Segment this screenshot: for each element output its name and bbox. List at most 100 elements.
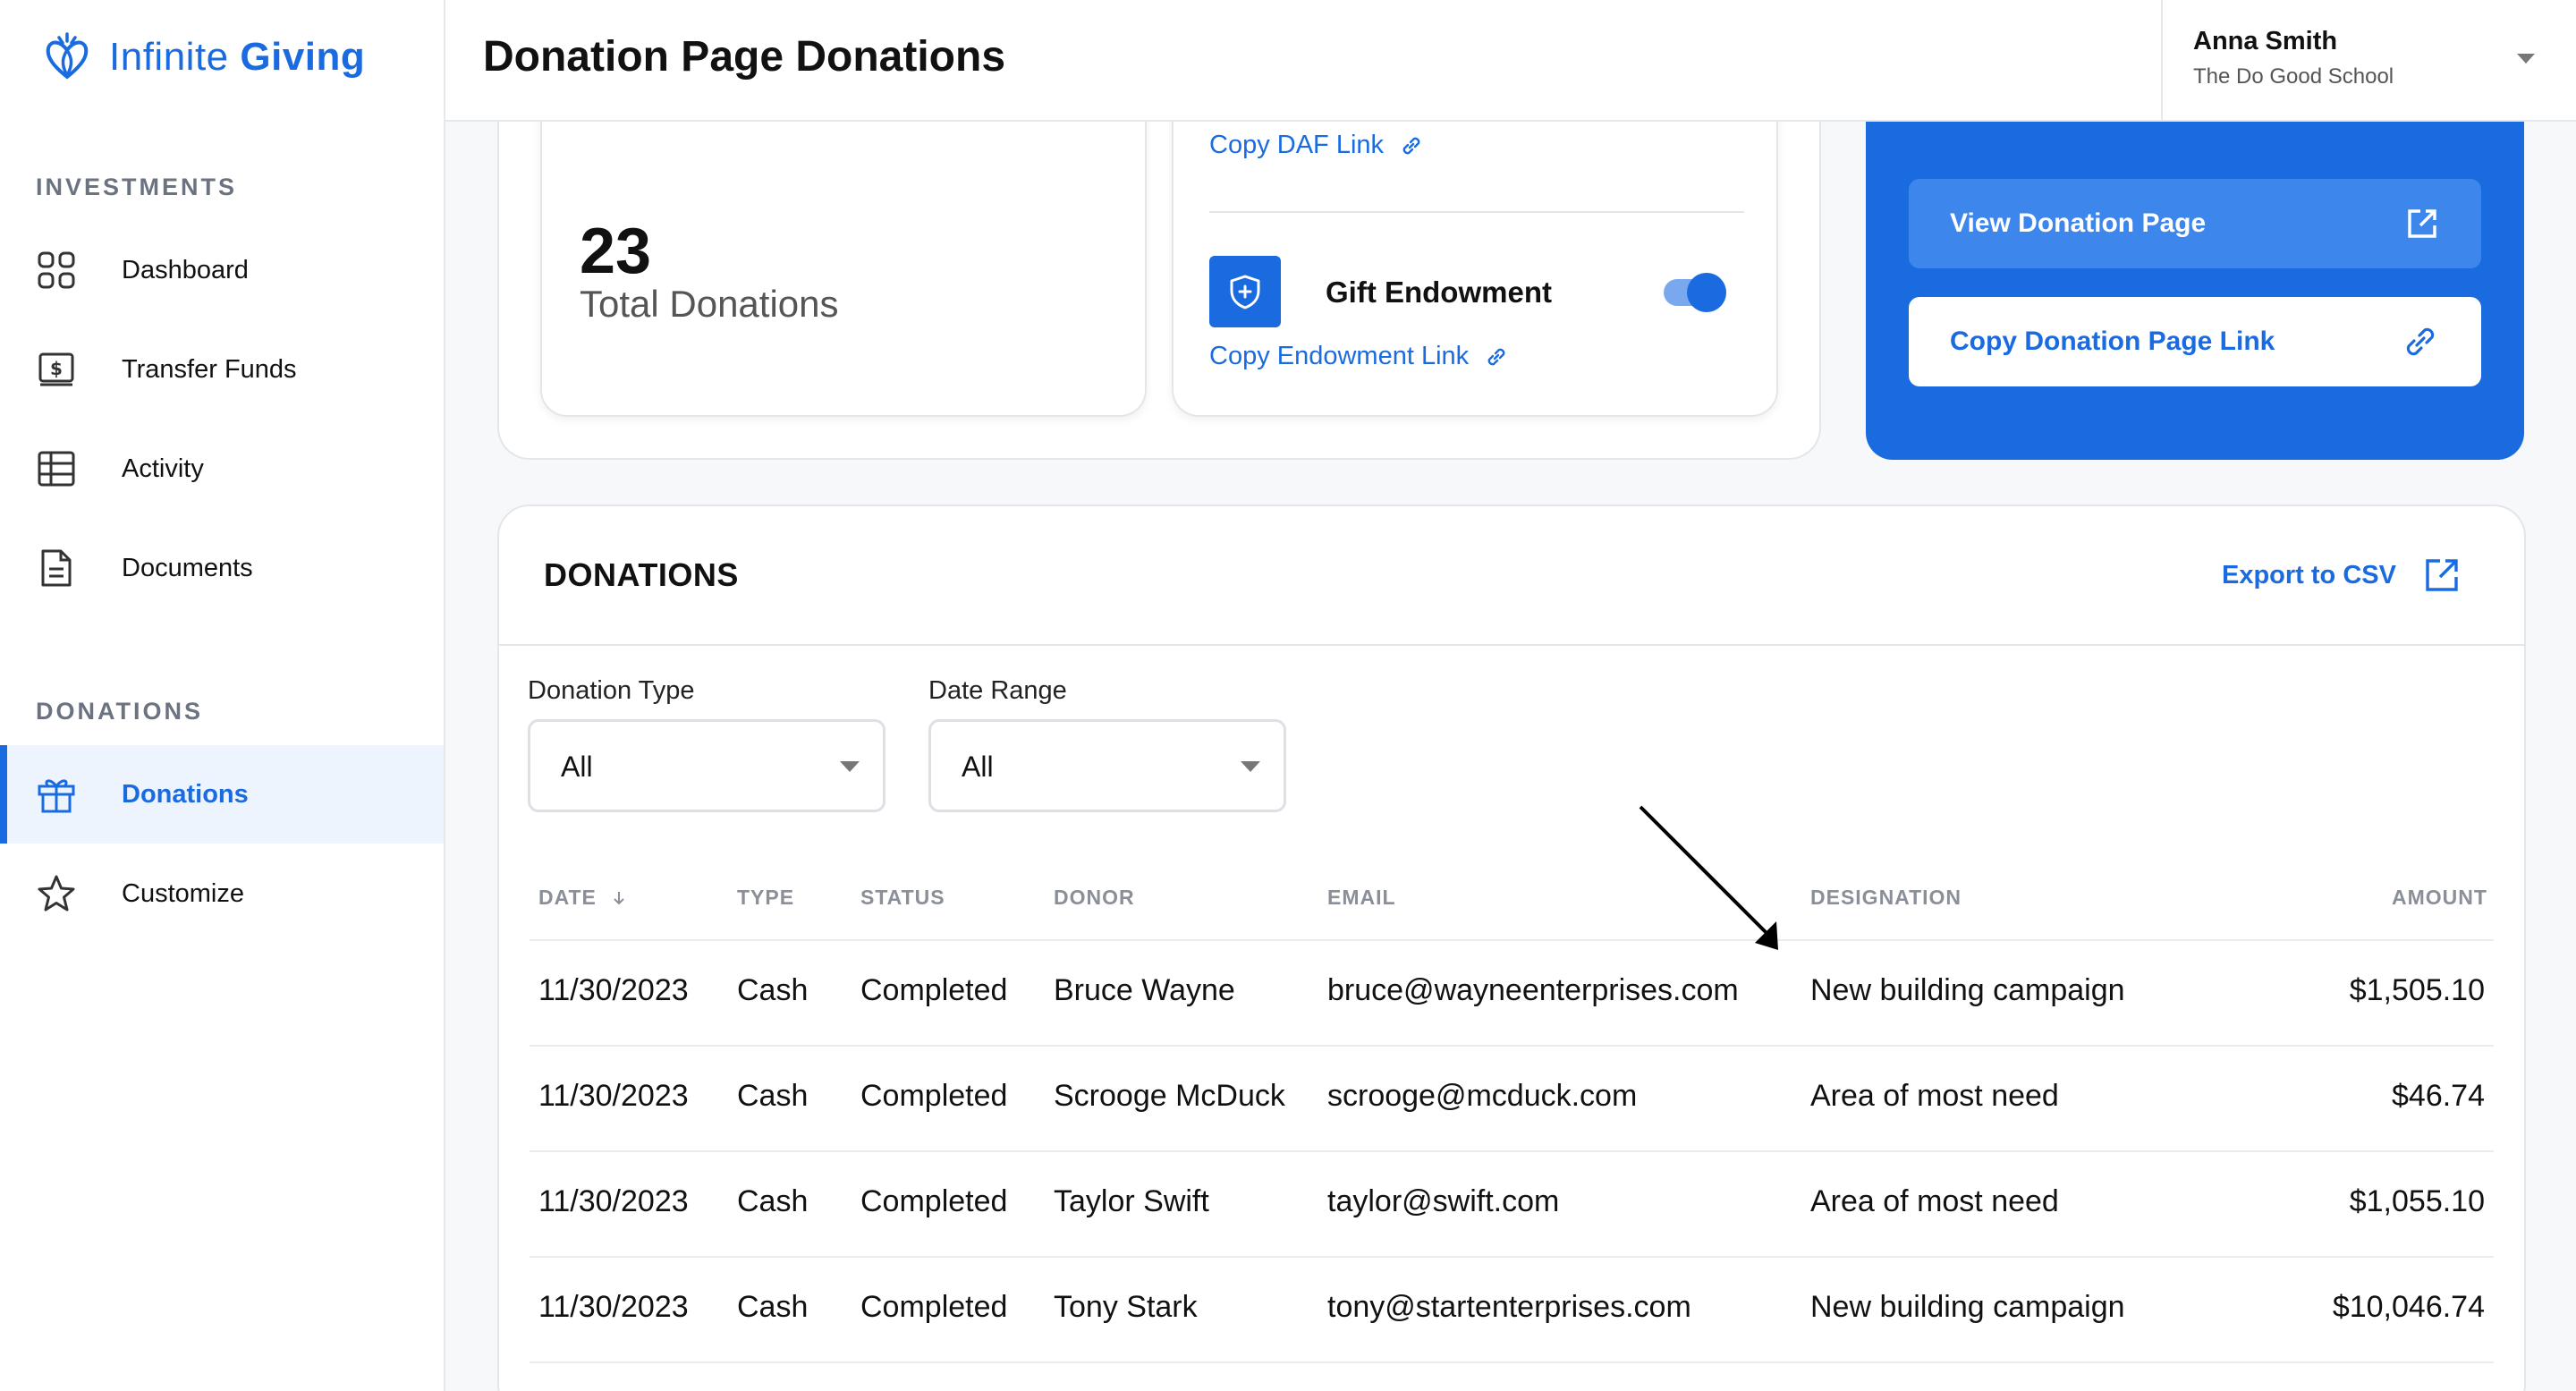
cell-date: 11/30/2023: [538, 1290, 689, 1324]
cell-date: 11/30/2023: [538, 1079, 689, 1113]
copy-donation-page-link-button[interactable]: Copy Donation Page Link: [1909, 297, 2481, 386]
toggle-knob: [1687, 273, 1726, 312]
external-link-icon: [2426, 559, 2458, 591]
sidebar-item-documents[interactable]: Documents: [0, 519, 444, 617]
user-menu[interactable]: Anna Smith The Do Good School: [2161, 0, 2576, 120]
view-donation-page-button[interactable]: View Donation Page: [1909, 179, 2481, 268]
cell-email: bruce@wayneenterprises.com: [1327, 973, 1739, 1007]
cell-designation: Area of most need: [1810, 1079, 2059, 1113]
copy-daf-link[interactable]: Copy DAF Link: [1209, 131, 1425, 160]
dashboard-icon: [36, 250, 77, 291]
sidebar-item-label: Dashboard: [122, 255, 249, 284]
column-header-email[interactable]: EMAIL: [1327, 886, 1396, 910]
dollar-bill-icon: $: [36, 349, 77, 390]
section-label-donations: DONATIONS: [36, 698, 203, 725]
column-header-designation[interactable]: DESIGNATION: [1810, 886, 1962, 910]
cell-amount: $1,055.10: [2349, 1184, 2485, 1218]
cell-date: 11/30/2023: [538, 1184, 689, 1218]
gift-endowment-toggle[interactable]: [1664, 273, 1726, 312]
cell-type: Cash: [737, 1184, 809, 1218]
date-range-select[interactable]: All: [928, 719, 1286, 812]
sidebar-item-label: Transfer Funds: [122, 354, 297, 384]
divider: [499, 644, 2524, 646]
shield-heart-icon: [1230, 275, 1260, 310]
donation-type-label: Donation Type: [528, 676, 695, 705]
cell-type: Cash: [737, 1079, 809, 1113]
copy-endowment-link[interactable]: Copy Endowment Link: [1209, 342, 1510, 371]
sidebar-item-donations[interactable]: Donations: [0, 745, 444, 844]
cell-status: Completed: [860, 1290, 1008, 1324]
cell-donor: Scrooge McDuck: [1054, 1079, 1285, 1113]
document-icon: [36, 547, 77, 589]
top-header: Donation Page Donations Anna Smith The D…: [445, 0, 2576, 122]
date-range-label: Date Range: [928, 676, 1067, 705]
total-donations-card: 23 Total Donations: [540, 89, 1147, 417]
column-header-donor[interactable]: DONOR: [1054, 886, 1135, 910]
sidebar-item-label: Documents: [122, 553, 253, 582]
gift-endowment-label: Gift Endowment: [1326, 276, 1552, 309]
row-divider: [530, 1150, 2494, 1152]
cell-designation: Area of most need: [1810, 1184, 2059, 1218]
sidebar-item-activity[interactable]: Activity: [0, 420, 444, 518]
row-divider: [530, 1256, 2494, 1258]
cell-donor: Taylor Swift: [1054, 1184, 1209, 1218]
column-header-amount[interactable]: AMOUNT: [2392, 886, 2487, 910]
cell-date: 11/30/2023: [538, 973, 689, 1007]
cell-type: Cash: [737, 1290, 809, 1324]
sort-down-icon: [614, 892, 625, 905]
cell-status: Completed: [860, 1079, 1008, 1113]
sidebar-item-customize[interactable]: Customize: [0, 844, 444, 943]
gift-icon: [36, 774, 77, 815]
cell-designation: New building campaign: [1810, 1290, 2125, 1324]
brand-logo[interactable]: Infinite Giving: [41, 30, 365, 84]
cell-amount: $46.74: [2392, 1079, 2485, 1113]
cell-type: Cash: [737, 973, 809, 1007]
row-divider: [530, 939, 2494, 941]
external-link-icon: [2408, 209, 2436, 238]
link-icon: [2406, 327, 2435, 356]
section-label-investments: INVESTMENTS: [36, 174, 238, 200]
column-header-status[interactable]: STATUS: [860, 886, 945, 910]
user-name: Anna Smith: [2193, 27, 2338, 55]
cell-amount: $1,505.10: [2349, 973, 2485, 1007]
cell-email: scrooge@mcduck.com: [1327, 1079, 1638, 1113]
chevron-down-icon[interactable]: [2517, 54, 2535, 64]
column-header-date[interactable]: DATE: [538, 886, 628, 910]
cell-amount: $10,046.74: [2332, 1290, 2485, 1324]
cell-designation: New building campaign: [1810, 973, 2125, 1007]
sidebar-item-label: Activity: [122, 454, 204, 483]
row-divider: [530, 1045, 2494, 1047]
star-icon: [36, 873, 77, 914]
sidebar: Infinite Giving INVESTMENTS Dashboard $ …: [0, 0, 445, 1391]
user-organization: The Do Good School: [2193, 64, 2394, 89]
total-donations-label: Total Donations: [580, 283, 839, 325]
donations-title: DONATIONS: [544, 556, 739, 593]
table-grid-icon: [36, 448, 77, 489]
annotation-arrow-icon: [1639, 805, 1778, 950]
donations-panel: DONATIONS Export to CSV Donation Type Al…: [497, 505, 2526, 1391]
chevron-down-icon: [840, 761, 860, 772]
cell-donor: Tony Stark: [1054, 1290, 1198, 1324]
chevron-down-icon: [1241, 761, 1260, 772]
cell-email: tony@startenterprises.com: [1327, 1290, 1691, 1324]
brand-name: Infinite Giving: [109, 35, 366, 79]
sidebar-item-transfer-funds[interactable]: $ Transfer Funds: [0, 320, 444, 419]
export-csv-button[interactable]: Export to CSV: [2222, 556, 2461, 594]
sidebar-item-label: Donations: [122, 779, 249, 809]
link-icon: [1487, 348, 1505, 365]
total-donations-count: 23: [580, 216, 652, 287]
row-divider: [530, 1361, 2494, 1363]
cell-email: taylor@swift.com: [1327, 1184, 1560, 1218]
link-icon: [1402, 137, 1420, 154]
giving-links-card: Copy DAF Link Gift Endowment Copy Endowm…: [1172, 89, 1778, 417]
sidebar-item-label: Customize: [122, 878, 244, 908]
cell-status: Completed: [860, 1184, 1008, 1218]
sidebar-item-dashboard[interactable]: Dashboard: [0, 221, 444, 319]
donation-type-select[interactable]: All: [528, 719, 886, 812]
cell-status: Completed: [860, 973, 1008, 1007]
page-title: Donation Page Donations: [483, 33, 1006, 81]
divider: [1209, 211, 1744, 213]
gift-endowment-icon: [1209, 256, 1281, 327]
column-header-type[interactable]: TYPE: [737, 886, 794, 910]
svg-text:$: $: [50, 358, 63, 379]
